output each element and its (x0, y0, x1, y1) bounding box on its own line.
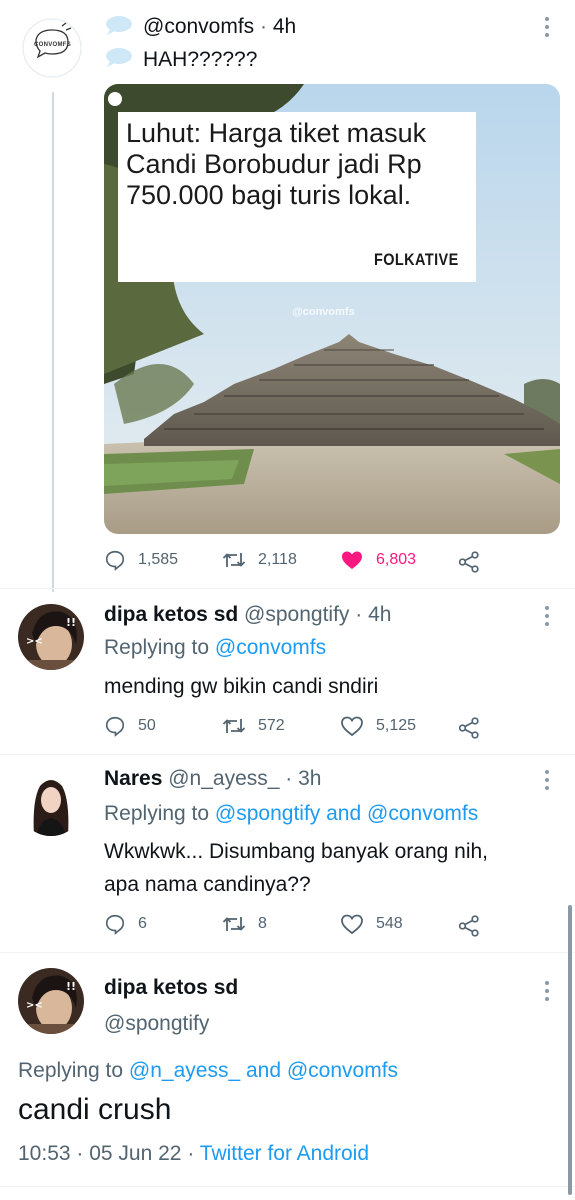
replying-prefix: Replying to (18, 1059, 124, 1082)
display-name[interactable]: dipa ketos sd (104, 603, 238, 626)
replying-to: Replying to @convomfs (104, 636, 326, 660)
reply-count: 6 (138, 915, 147, 932)
mention-link[interactable]: @convomfs (215, 636, 326, 659)
tweet1-header: @convomfs · 4h (143, 15, 297, 38)
thread-line (52, 92, 54, 592)
tweet3-header: Nares @n_ayess_ · 3h (104, 767, 322, 790)
retweet-button[interactable]: 572 (222, 715, 285, 737)
share-icon (458, 551, 479, 573)
tweet4-text: candi crush (18, 1093, 172, 1126)
reply-button[interactable]: 1,585 (104, 549, 178, 571)
mention-link[interactable]: @convomfs (287, 1059, 398, 1082)
timestamp[interactable]: 3h (298, 767, 321, 790)
tweet-date: 05 Jun 22 (89, 1142, 182, 1165)
replying-and: and (245, 1059, 282, 1082)
avatar-spongtify[interactable]: >< !! (18, 604, 84, 670)
retweet-icon (222, 719, 246, 733)
share-button[interactable] (458, 551, 480, 578)
handle[interactable]: @spongtify (104, 1012, 209, 1036)
avatar-convomfs[interactable]: CONVOMFS (22, 18, 82, 78)
retweet-icon (222, 553, 246, 567)
like-count: 6,803 (376, 551, 417, 568)
reply-button[interactable]: 50 (104, 715, 156, 737)
share-icon (458, 717, 479, 739)
tweet1-text: HAH?????? (143, 48, 258, 71)
share-button[interactable] (458, 717, 480, 744)
profile-photo: >< !! (18, 968, 84, 1034)
avatar-logo-text: CONVOMFS (34, 42, 72, 48)
retweet-count: 572 (258, 717, 285, 734)
more-options-icon[interactable] (543, 16, 551, 43)
reply-icon (105, 914, 125, 935)
replying-prefix: Replying to (104, 636, 210, 659)
like-count: 548 (376, 915, 403, 932)
tweet3-text-line2: apa nama candinya?? (104, 873, 311, 896)
heart-icon (341, 716, 363, 737)
speech-bubble-logo-icon (22, 18, 82, 78)
like-count: 5,125 (376, 717, 417, 734)
sender-icon-2 (104, 46, 134, 73)
retweet-button[interactable]: 8 (222, 913, 267, 935)
timestamp[interactable]: 4h (368, 603, 391, 626)
avatar-n-ayess[interactable] (18, 770, 84, 836)
handle[interactable]: @n_ayess_ (168, 767, 279, 790)
replying-to: Replying to @n_ayess_ and @convomfs (18, 1059, 398, 1083)
tweet2-text: mending gw bikin candi sndiri (104, 675, 379, 698)
tweet-media-image[interactable]: Luhut: Harga tiket masuk Candi Borobudur… (104, 84, 560, 534)
mention-link[interactable]: @spongtify (215, 802, 320, 825)
divider (0, 1186, 575, 1187)
svg-text:><: >< (26, 636, 43, 647)
avatar-spongtify[interactable]: >< !! (18, 968, 84, 1034)
scrollbar[interactable] (568, 905, 572, 1195)
retweet-icon (222, 917, 246, 931)
more-options-icon[interactable] (543, 980, 551, 1007)
share-icon (458, 915, 479, 937)
like-button[interactable]: 5,125 (340, 715, 416, 737)
image-watermark: @convomfs (292, 306, 355, 318)
reply-count: 1,585 (138, 551, 179, 568)
profile-photo (18, 770, 84, 836)
display-name[interactable]: dipa ketos sd (104, 976, 238, 1000)
display-name[interactable]: Nares (104, 767, 162, 790)
like-button[interactable]: 548 (340, 913, 403, 935)
tweet-source-link[interactable]: Twitter for Android (200, 1142, 369, 1165)
image-brand: FOLKATIVE (374, 250, 459, 269)
like-button[interactable]: 6,803 (340, 549, 416, 571)
retweet-button[interactable]: 2,118 (222, 549, 297, 571)
mention-link[interactable]: @convomfs (367, 802, 478, 825)
share-button[interactable] (458, 915, 480, 942)
tweet2-header: dipa ketos sd @spongtify · 4h (104, 603, 392, 626)
reply-icon (105, 550, 125, 571)
more-options-icon[interactable] (543, 605, 551, 632)
replying-prefix: Replying to (104, 802, 210, 825)
mention-link[interactable]: @n_ayess_ (129, 1059, 240, 1082)
tweet-meta: 10:53 · 05 Jun 22 · Twitter for Android (18, 1142, 370, 1165)
more-options-icon[interactable] (543, 769, 551, 796)
retweet-count: 8 (258, 915, 267, 932)
handle[interactable]: @spongtify (244, 603, 349, 626)
divider (0, 588, 575, 589)
divider (0, 754, 575, 755)
reply-count: 50 (138, 717, 156, 734)
svg-text:!!: !! (66, 980, 76, 993)
image-headline: Luhut: Harga tiket masuk Candi Borobudur… (126, 118, 427, 210)
sender-icon-1 (104, 14, 134, 41)
replying-and: and (326, 802, 362, 825)
reply-icon (105, 716, 125, 737)
profile-photo: >< !! (18, 604, 84, 670)
svg-text:!!: !! (66, 616, 76, 629)
tweet-time: 10:53 (18, 1142, 71, 1165)
retweet-count: 2,118 (258, 551, 297, 568)
tweet3-text-line1: Wkwkwk... Disumbang banyak orang nih, (104, 840, 488, 863)
timestamp[interactable]: 4h (273, 15, 296, 38)
divider (0, 952, 575, 953)
reply-button[interactable]: 6 (104, 913, 147, 935)
replying-to: Replying to @spongtify and @convomfs (104, 802, 478, 826)
heart-filled-icon (342, 551, 362, 569)
handle[interactable]: @convomfs (143, 15, 254, 38)
svg-text:><: >< (26, 1000, 43, 1011)
heart-icon (341, 914, 363, 935)
